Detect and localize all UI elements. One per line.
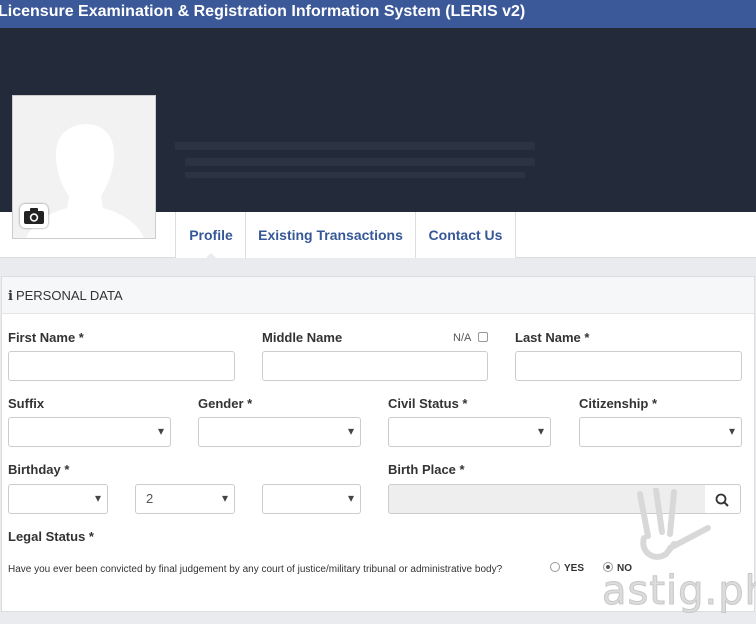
camera-icon bbox=[24, 208, 44, 224]
info-icon: i bbox=[8, 289, 13, 304]
birthday-month-select[interactable] bbox=[8, 484, 108, 514]
first-name-label: First Name * bbox=[8, 330, 84, 345]
birthday-day-select[interactable]: 2 bbox=[135, 484, 235, 514]
civil-status-label: Civil Status * bbox=[388, 396, 468, 411]
gender-select[interactable] bbox=[198, 417, 361, 447]
tab-existing-transactions[interactable]: Existing Transactions bbox=[245, 212, 415, 258]
conviction-yes-label: YES bbox=[564, 563, 585, 574]
birthday-label: Birthday * bbox=[8, 462, 70, 477]
middle-name-na-checkbox[interactable] bbox=[478, 332, 488, 342]
first-name-input[interactable] bbox=[8, 351, 235, 381]
legal-status-label: Legal Status * bbox=[8, 529, 94, 544]
suffix-label: Suffix bbox=[8, 396, 45, 411]
watermark-text: astig.ph bbox=[602, 568, 756, 615]
tab-contact-us[interactable]: Contact Us bbox=[415, 212, 516, 258]
tab-profile[interactable]: Profile bbox=[175, 212, 246, 259]
suffix-select[interactable] bbox=[8, 417, 171, 447]
middle-name-label: Middle Name bbox=[262, 330, 343, 345]
conviction-question: Have you ever been convicted by final ju… bbox=[8, 564, 503, 575]
redacted-name-line bbox=[185, 158, 535, 166]
app-title: Licensure Examination & Registration Inf… bbox=[0, 3, 526, 20]
change-photo-button[interactable] bbox=[20, 204, 48, 228]
redacted-name-line bbox=[175, 142, 535, 150]
section-header: i PERSONAL DATA bbox=[1, 276, 755, 314]
last-name-label: Last Name * bbox=[515, 330, 590, 345]
app-title-bar: Licensure Examination & Registration Inf… bbox=[0, 0, 756, 28]
middle-name-input[interactable] bbox=[262, 351, 488, 381]
redacted-name-line bbox=[185, 172, 525, 178]
conviction-yes-radio[interactable] bbox=[550, 562, 560, 572]
birthday-year-select[interactable] bbox=[262, 484, 361, 514]
birth-place-label: Birth Place * bbox=[388, 462, 465, 477]
gender-label: Gender * bbox=[198, 396, 253, 411]
section-title: PERSONAL DATA bbox=[15, 288, 123, 303]
citizenship-select[interactable] bbox=[579, 417, 742, 447]
middle-name-na-label: N/A bbox=[453, 332, 472, 344]
citizenship-label: Citizenship * bbox=[579, 396, 658, 411]
last-name-input[interactable] bbox=[515, 351, 742, 381]
civil-status-select[interactable] bbox=[388, 417, 551, 447]
